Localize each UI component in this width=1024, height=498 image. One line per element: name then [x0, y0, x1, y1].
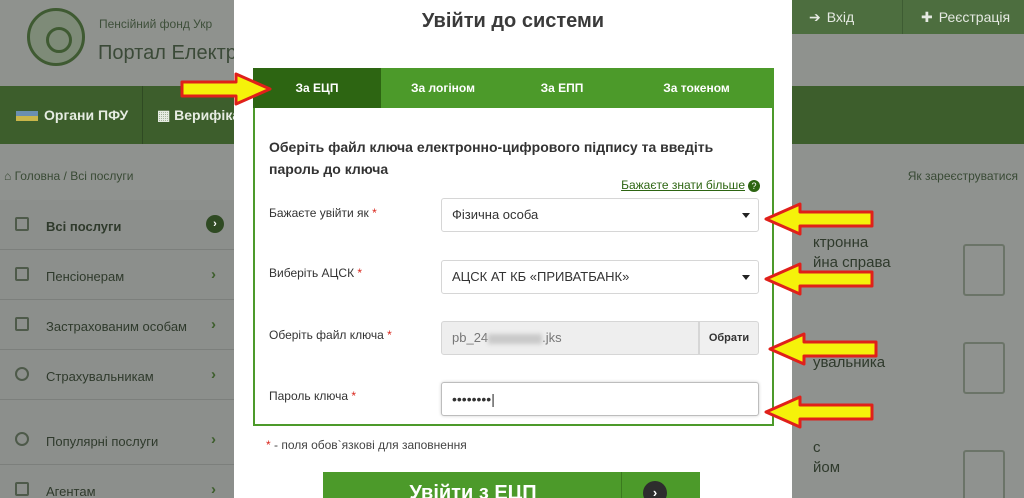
services-icon: [15, 217, 29, 231]
choose-file-button[interactable]: Обрати: [699, 321, 759, 355]
how-to-register-link[interactable]: Як зареєструватися: [908, 169, 1018, 183]
sidebar-item-agents[interactable]: Агентам ›: [0, 465, 236, 498]
acsk-label: Виберіть АЦСК *: [269, 266, 363, 280]
caret-down-icon: [742, 275, 750, 280]
star-icon: [15, 432, 29, 446]
home-icon: ⌂: [4, 169, 15, 183]
eds-panel: Оберіть файл ключа електронно-цифрового …: [253, 108, 774, 426]
mail-icon: [15, 267, 29, 281]
login-modal: Увійти до системи За ЕЦП За логіном За Е…: [234, 0, 792, 498]
annotation-arrow-left: [764, 202, 874, 236]
info-icon: [15, 367, 29, 381]
grid-icon: ▦: [157, 107, 175, 123]
login-icon: ➔: [809, 9, 821, 25]
login-as-select[interactable]: Фізична особа: [441, 198, 759, 232]
acsk-select[interactable]: АЦСК АТ КБ «ПРИВАТБАНК»: [441, 260, 759, 294]
service-card-3[interactable]: с йом: [813, 438, 840, 478]
chevron-right-icon: ›: [211, 431, 216, 448]
annotation-arrow-left: [768, 332, 878, 366]
sidebar-item-popular[interactable]: Популярні послуги ›: [0, 415, 236, 465]
portal-name: Портал Електр: [98, 42, 237, 64]
button-separator: [621, 472, 622, 498]
login-eds-button[interactable]: Увійти з ЕЦП ›: [323, 472, 700, 498]
chevron-right-icon: ›: [211, 266, 216, 283]
sidebar-item-insurers[interactable]: Страхувальникам ›: [0, 350, 236, 400]
document-icon: [15, 317, 29, 331]
annotation-arrow-left: [764, 262, 874, 296]
login-tabs: За ЕЦП За логіном За ЕПП За токеном: [253, 68, 774, 108]
user-plus-icon: ✚: [921, 9, 933, 25]
caret-down-icon: [742, 213, 750, 218]
breadcrumb: ⌂ Головна / Всі послуги: [4, 169, 134, 183]
arrow-right-icon: ›: [643, 481, 667, 498]
modal-title: Увійти до системи: [421, 10, 605, 32]
sidebar-item-all-services[interactable]: Всі послуги ›: [0, 200, 236, 250]
password-input[interactable]: ••••••••|: [441, 382, 759, 416]
key-file-input[interactable]: pb_24 .jks: [441, 321, 699, 355]
tab-login[interactable]: За логіном: [381, 68, 505, 108]
chevron-right-icon: ›: [206, 215, 224, 233]
top-buttons: ➔ Вхід ✚ Реєстрація: [784, 0, 1024, 34]
ukraine-map-icon: [16, 111, 38, 122]
org-name: Пенсійний фонд Укр: [99, 17, 213, 31]
document-icon: [963, 342, 1005, 394]
sidebar-item-insured[interactable]: Застрахованим особам ›: [0, 300, 236, 350]
chevron-right-icon: ›: [211, 366, 216, 383]
question-icon: ?: [748, 179, 760, 192]
password-label: Пароль ключа *: [269, 389, 357, 403]
tab-token[interactable]: За токеном: [619, 68, 774, 108]
required-note: * - поля обов`язкові для заповнення: [266, 438, 467, 452]
sidebar: Всі послуги › Пенсіонерам › Застрахованим …: [0, 200, 236, 498]
annotation-arrow-left: [764, 395, 874, 429]
intro-text: Оберіть файл ключа електронно-цифрового …: [269, 139, 714, 177]
login-as-label: Бажаєте увійти як *: [269, 206, 377, 220]
redacted-filename: [488, 333, 543, 344]
login-top-button[interactable]: ➔ Вхід: [784, 0, 902, 34]
agent-icon: [15, 482, 29, 496]
register-top-button[interactable]: ✚ Реєстрація: [902, 0, 1024, 34]
pfu-logo: [27, 8, 85, 66]
calendar-icon: [963, 450, 1005, 498]
document-icon: [963, 244, 1005, 296]
key-file-label: Оберіть файл ключа *: [269, 328, 392, 342]
learn-more-link[interactable]: Бажаєте знати більше?: [621, 178, 760, 192]
chevron-right-icon: ›: [211, 481, 216, 498]
tab-epp[interactable]: За ЕПП: [505, 68, 619, 108]
nav-pfu-bodies[interactable]: Органи ПФУ: [16, 86, 128, 144]
chevron-right-icon: ›: [211, 316, 216, 333]
sidebar-item-pensioners[interactable]: Пенсіонерам ›: [0, 250, 236, 300]
annotation-arrow-right: [180, 72, 272, 106]
